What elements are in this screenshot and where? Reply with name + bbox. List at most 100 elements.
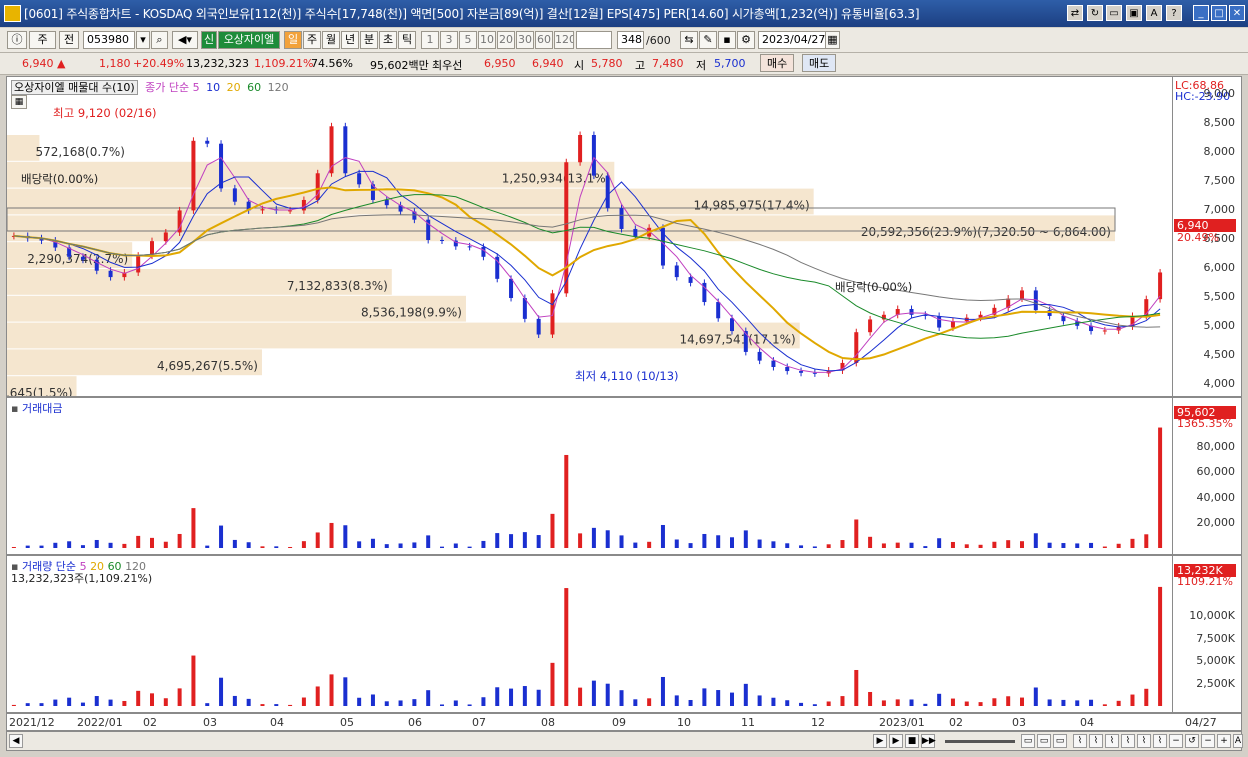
prev-button[interactable]: 전 xyxy=(59,31,79,49)
volume-bar xyxy=(591,680,596,706)
arrows-icon[interactable]: ⇆ xyxy=(680,31,698,49)
volume-profile-label: 14,697,541(17.1%) xyxy=(680,332,796,346)
maximize-button[interactable]: □ xyxy=(1211,5,1227,21)
close-button[interactable]: ✕ xyxy=(1229,5,1245,21)
period-select[interactable]: 주 xyxy=(29,31,56,49)
minute-option[interactable]: 60 xyxy=(535,31,553,49)
layout-icon[interactable]: ▭ xyxy=(1037,734,1051,748)
draw-tool-icon[interactable]: ⌇ xyxy=(1089,734,1103,748)
volume-bar xyxy=(398,700,403,706)
minus-icon[interactable]: − xyxy=(1201,734,1215,748)
gear-icon[interactable]: ⚙ xyxy=(737,31,755,49)
minute-option[interactable]: 10 xyxy=(478,31,496,49)
info-icon[interactable]: ⓘ xyxy=(7,31,27,49)
volume-chart[interactable] xyxy=(7,556,1172,712)
tab-week[interactable]: 주 xyxy=(303,31,321,49)
minute-option[interactable]: 5 xyxy=(459,31,477,49)
candle-body xyxy=(1102,330,1107,332)
tab-month[interactable]: 월 xyxy=(322,31,340,49)
tab-day[interactable]: 일 xyxy=(284,31,302,49)
volume-last-pct: 1109.21% xyxy=(1177,575,1233,588)
scroll-left-icon[interactable]: ◀ xyxy=(9,734,23,748)
volume-bar xyxy=(812,704,817,706)
price-y-tick: 5,000 xyxy=(1203,319,1236,333)
price-y-tick: 4,500 xyxy=(1203,348,1236,362)
price-chart[interactable]: 572,168(0.7%)1,250,934(13.1%)14,985,975(… xyxy=(7,77,1172,396)
ma-period: 120 xyxy=(267,81,289,94)
price-panel[interactable]: 572,168(0.7%) 1,250,934(13.1%) 14,985,975(… xyxy=(6,76,1173,397)
minute-option[interactable]: 20 xyxy=(497,31,515,49)
scroll-right-icon[interactable]: ▶ xyxy=(873,734,887,748)
reset-icon[interactable]: ↺ xyxy=(1185,734,1199,748)
price-y-tick: 7,000 xyxy=(1203,203,1236,217)
tab-second[interactable]: 초 xyxy=(379,31,397,49)
settings-icon[interactable]: ▣ xyxy=(1126,5,1142,21)
amount-bar xyxy=(1061,543,1066,548)
ma-period: 10 xyxy=(206,81,221,94)
change: 1,180 xyxy=(99,57,131,70)
plus-icon[interactable]: + xyxy=(1217,734,1231,748)
amount-axis: 80,000 60,000 40,000 20,000 95,602 1365.35% xyxy=(1173,397,1242,555)
sell-button[interactable]: 매도 xyxy=(802,54,837,72)
volume-current: 13,232,323주(1,109.21%) xyxy=(11,572,153,585)
volume-bar xyxy=(67,697,72,706)
code-dropdown-icon[interactable]: ▾ xyxy=(136,31,150,49)
volume-panel[interactable]: ▪ 거래량 단순 5 20 60 120 13,232,323주(1,109.2… xyxy=(6,555,1173,713)
volume-bar xyxy=(136,690,141,706)
minute-option[interactable]: 1 xyxy=(421,31,439,49)
stop-icon[interactable]: ■ xyxy=(905,734,919,748)
x-tick: 2023/01 xyxy=(879,716,925,729)
tab-tick[interactable]: 틱 xyxy=(398,31,416,49)
draw-tool-icon[interactable]: ⌇ xyxy=(1073,734,1087,748)
help-icon[interactable]: ? xyxy=(1166,5,1182,21)
custom-interval-input[interactable] xyxy=(576,31,612,49)
calendar-icon[interactable]: ▦ xyxy=(825,31,840,49)
window-icon[interactable]: ▭ xyxy=(1106,5,1122,21)
date-input[interactable]: 2023/04/27 xyxy=(758,31,826,49)
amount-last-pct: 1365.35% xyxy=(1177,417,1233,430)
amount-bar xyxy=(122,543,127,548)
draw-tool-icon[interactable]: ⌇ xyxy=(1105,734,1119,748)
save-icon[interactable]: ▪ xyxy=(718,31,736,49)
tab-minute[interactable]: 분 xyxy=(360,31,378,49)
candle-body xyxy=(467,246,472,248)
fast-forward-icon[interactable]: ▶▶ xyxy=(921,734,936,748)
amount-bar xyxy=(854,519,859,548)
font-icon[interactable]: A xyxy=(1146,5,1162,21)
minimize-button[interactable]: _ xyxy=(1193,5,1209,21)
stock-code-input[interactable]: 053980 xyxy=(83,31,135,49)
price-y-tick: 8,500 xyxy=(1203,116,1236,130)
tool-icon[interactable]: ✎ xyxy=(699,31,717,49)
volume-bar xyxy=(702,688,707,706)
draw-tool-icon[interactable]: ⌇ xyxy=(1137,734,1151,748)
font-size-icon[interactable]: A xyxy=(1233,734,1243,748)
candle-body xyxy=(688,277,693,283)
volume-bar xyxy=(1020,697,1024,706)
play-icon[interactable]: ▶ xyxy=(889,734,903,748)
scroll-bar[interactable]: ◀ ▶ ▶ ■ ▶▶ ▭ ▭ ▭ ⌇ ⌇ ⌇ ⌇ ⌇ ⌇ − ↺ − + A xyxy=(6,731,1243,751)
volume-bar xyxy=(301,697,306,706)
minute-option[interactable]: 3 xyxy=(440,31,458,49)
minute-option[interactable]: 120 xyxy=(554,31,574,49)
search-icon[interactable]: ⌕ xyxy=(151,31,168,49)
amount-bar xyxy=(992,541,997,548)
count-input[interactable]: 348 xyxy=(617,31,644,49)
refresh-icon[interactable]: ↻ xyxy=(1087,5,1103,21)
candle-body xyxy=(771,360,776,367)
minute-option[interactable]: 30 xyxy=(516,31,534,49)
candle-body xyxy=(716,302,721,319)
amount-chart[interactable] xyxy=(7,398,1172,554)
draw-tool-icon[interactable]: ⌇ xyxy=(1121,734,1135,748)
amount-bar xyxy=(771,541,776,548)
layout-icon[interactable]: ▭ xyxy=(1053,734,1067,748)
layout-icon[interactable]: ▭ xyxy=(1021,734,1035,748)
amount-panel[interactable]: ▪ 거래대금 xyxy=(6,397,1173,555)
grid-icon[interactable]: ▦ xyxy=(11,95,27,109)
buy-button[interactable]: 매수 xyxy=(760,54,795,72)
zoom-slider[interactable] xyxy=(945,740,1015,743)
zoom-out-icon[interactable]: − xyxy=(1169,734,1183,748)
tab-year[interactable]: 년 xyxy=(341,31,359,49)
draw-tool-icon[interactable]: ⌇ xyxy=(1153,734,1167,748)
sound-icon[interactable]: ◀▾ xyxy=(172,31,198,49)
link-icon[interactable]: ⇄ xyxy=(1067,5,1083,21)
